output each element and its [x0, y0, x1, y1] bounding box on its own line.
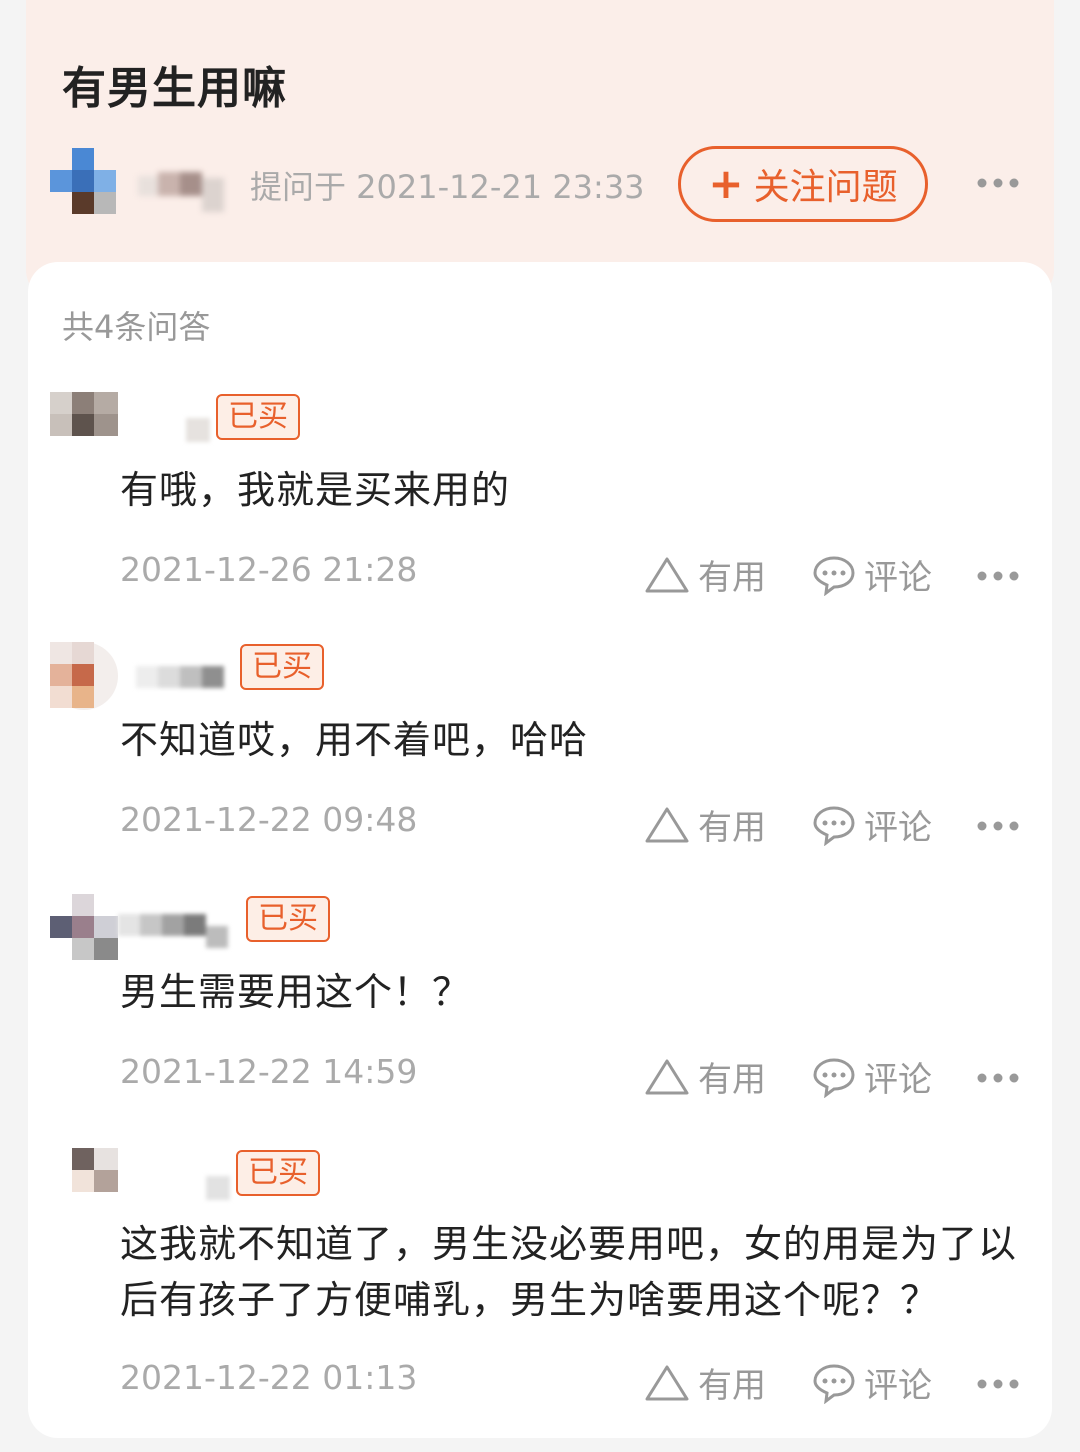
asked-at-text: 提问于 2021-12-21 23:33 [250, 168, 645, 206]
purchased-badge: 已买 [246, 896, 330, 942]
answers-card: 共4条问答 已买 有哦，我就是买来用的 2021-12-26 21:28 有用 [28, 262, 1052, 1438]
answer-username-blurred [206, 1176, 230, 1200]
more-icon[interactable] [976, 1374, 1020, 1394]
comment-bubble-icon [813, 805, 855, 846]
more-icon[interactable] [976, 816, 1020, 836]
comment-button[interactable]: 评论 [812, 1358, 932, 1407]
plus-icon: + [708, 159, 744, 208]
useful-button[interactable]: 有用 [644, 800, 766, 849]
comment-bubble-icon [813, 1363, 855, 1404]
answer-text: 这我就不知道了，男生没必要用吧，女的用是为了以后有孩子了方便哺乳，男生为啥要用这… [120, 1222, 1018, 1322]
useful-label: 有用 [698, 808, 766, 848]
answer-username-blurred [118, 914, 228, 948]
question-header: 有男生用嘛 提问于 2021-12-21 23:33 + 关注问题 [26, 0, 1054, 300]
comment-bubble-icon [813, 1057, 855, 1098]
purchased-badge: 已买 [240, 644, 324, 690]
useful-label: 有用 [698, 1060, 766, 1100]
follow-question-button[interactable]: + 关注问题 [678, 146, 928, 222]
useful-button[interactable]: 有用 [644, 1052, 766, 1101]
question-title: 有男生用嘛 [62, 63, 287, 114]
useful-label: 有用 [698, 558, 766, 598]
comment-bubble-icon [813, 555, 855, 596]
purchased-badge: 已买 [236, 1150, 320, 1196]
answer-avatar[interactable] [50, 894, 118, 962]
answer-username-blurred [136, 666, 224, 688]
answer-date: 2021-12-22 01:13 [120, 1358, 418, 1397]
answer-text: 不知道哎，用不着吧，哈哈 [120, 718, 589, 762]
triangle-icon [645, 1365, 689, 1400]
answers-count: 共4条问答 [62, 308, 211, 346]
answer-username-blurred [186, 418, 210, 442]
answer-date: 2021-12-26 21:28 [120, 550, 418, 589]
triangle-icon [645, 557, 689, 592]
comment-button[interactable]: 评论 [812, 1052, 932, 1101]
answer-avatar[interactable] [50, 1148, 118, 1216]
comment-button[interactable]: 评论 [812, 550, 932, 599]
comment-label: 评论 [864, 1366, 932, 1406]
answer-date: 2021-12-22 09:48 [120, 800, 418, 839]
more-icon[interactable] [976, 168, 1020, 198]
purchased-badge: 已买 [216, 394, 300, 440]
triangle-icon [645, 807, 689, 842]
asker-name-blurred [138, 172, 224, 212]
answer-text: 有哦，我就是买来用的 [120, 468, 511, 512]
useful-label: 有用 [698, 1366, 766, 1406]
triangle-icon [645, 1059, 689, 1094]
comment-label: 评论 [864, 558, 932, 598]
follow-label: 关注问题 [753, 167, 898, 208]
answer-date: 2021-12-22 14:59 [120, 1052, 418, 1091]
asker-avatar[interactable] [50, 148, 116, 214]
answer-avatar[interactable] [50, 392, 118, 460]
comment-label: 评论 [864, 1060, 932, 1100]
answer-text: 男生需要用这个！？ [120, 970, 472, 1014]
more-icon[interactable] [976, 566, 1020, 586]
comment-label: 评论 [864, 808, 932, 848]
answer-avatar[interactable] [50, 642, 118, 710]
comment-button[interactable]: 评论 [812, 800, 932, 849]
useful-button[interactable]: 有用 [644, 550, 766, 599]
useful-button[interactable]: 有用 [644, 1358, 766, 1407]
more-icon[interactable] [976, 1068, 1020, 1088]
